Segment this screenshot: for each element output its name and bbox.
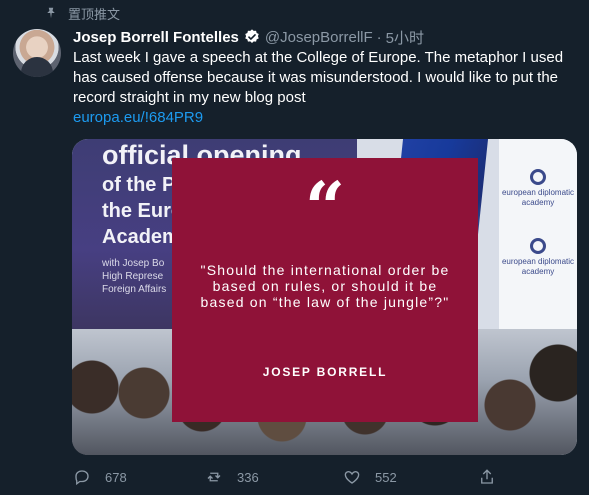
pinned-tweet-label-row: 置顶推文 xyxy=(44,4,120,22)
logo-text-1: european diplomatic xyxy=(501,257,575,266)
tweet-text: Last week I gave a speech at the College… xyxy=(73,49,564,106)
author-name[interactable]: Josep Borrell Fontelles xyxy=(73,29,239,46)
author-handle[interactable]: @JosepBorrellF xyxy=(265,29,373,46)
academy-logo-icon xyxy=(530,169,546,185)
tweet-actions: 678 336 552 xyxy=(73,468,503,490)
share-icon xyxy=(481,469,493,484)
slide-subtext-line-2: High Represe xyxy=(102,271,164,282)
retweet-count: 336 xyxy=(237,469,259,485)
pinned-tweet-label: 置顶推文 xyxy=(68,6,121,22)
pin-icon xyxy=(44,5,58,21)
slide-subtext-line-1: with Josep Bo xyxy=(102,258,165,269)
avatar[interactable] xyxy=(13,29,61,77)
logo-text-2: academy xyxy=(521,198,555,207)
reply-icon xyxy=(75,470,89,486)
quote-text: "Should the international order be based… xyxy=(200,262,450,310)
slide-subtext: with Josep Bo High Represe Foreign Affai… xyxy=(102,257,166,296)
timestamp[interactable]: 5小时 xyxy=(386,27,424,48)
like-count: 552 xyxy=(375,469,397,485)
logo-text-2: academy xyxy=(521,267,555,276)
tweet-header: Josep Borrell Fontelles @JosepBorrellF ·… xyxy=(73,27,424,47)
timestamp-separator: · xyxy=(376,28,382,46)
tweet-media-image[interactable]: official opening of the Pilot Programme … xyxy=(72,139,577,455)
academy-logo-wall: european diplomatic academy european dipl… xyxy=(499,139,577,339)
like-button[interactable]: 552 xyxy=(343,468,397,486)
slide-subtext-line-3: Foreign Affairs xyxy=(102,284,167,295)
quote-author: JOSEP BORRELL xyxy=(262,365,388,379)
share-button[interactable] xyxy=(478,468,496,486)
quote-card: “ "Should the international order be bas… xyxy=(172,158,478,422)
logo-text-1: european diplomatic xyxy=(501,188,575,197)
academy-logo-icon xyxy=(530,238,546,254)
tweet-link[interactable]: europa.eu/!684PR9 xyxy=(73,108,203,128)
reply-count: 678 xyxy=(105,469,127,485)
retweet-button[interactable]: 336 xyxy=(205,468,259,486)
quote-mark-icon: “ xyxy=(304,166,346,249)
verified-badge-icon xyxy=(243,28,261,46)
retweet-icon xyxy=(207,472,221,482)
reply-button[interactable]: 678 xyxy=(73,468,127,486)
heart-icon xyxy=(344,471,360,484)
